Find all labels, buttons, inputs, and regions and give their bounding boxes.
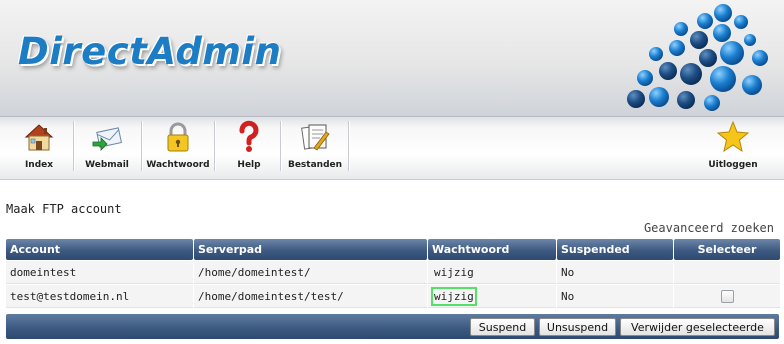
house-icon xyxy=(24,124,54,151)
select-cell xyxy=(674,261,780,284)
mail-icon xyxy=(92,127,123,151)
toolbar: Index Webmail Wachtwoord Help Bestanden … xyxy=(0,116,784,180)
files-icon xyxy=(301,124,330,151)
select-checkbox[interactable] xyxy=(720,289,734,303)
toolbar-wachtwoord-label: Wachtwoord xyxy=(146,160,210,170)
column-header-suspended[interactable]: Suspended xyxy=(557,239,673,260)
change-password-label: wijzig xyxy=(434,265,474,279)
toolbar-divider xyxy=(348,121,349,171)
toolbar-logout-button[interactable]: Uitloggen xyxy=(700,120,766,176)
star-icon xyxy=(716,120,750,153)
table-row: domeintest /home/domeintest/ wijzig No xyxy=(6,261,780,284)
change-password-link[interactable]: wijzig xyxy=(428,285,556,308)
toolbar-divider xyxy=(280,121,281,171)
toolbar-divider xyxy=(214,121,215,171)
server-path: /home/domeintest/ xyxy=(194,261,427,284)
bubbles-decoration xyxy=(627,4,768,111)
toolbar-webmail-label: Webmail xyxy=(85,160,129,170)
delete-selected-button[interactable]: Verwijder geselecteerde xyxy=(620,318,775,336)
unsuspend-button[interactable]: Unsuspend xyxy=(539,318,616,336)
column-header-serverpad[interactable]: Serverpad xyxy=(194,239,427,260)
suspended-status: No xyxy=(557,261,673,284)
change-password-label: wijzig xyxy=(431,286,477,306)
action-bar: Suspend Unsuspend Verwijder geselecteerd… xyxy=(6,314,779,339)
directadmin-logo: DirectAdmin xyxy=(18,30,282,73)
toolbar-divider xyxy=(141,121,142,171)
change-password-link[interactable]: wijzig xyxy=(428,261,556,284)
page-title: Maak FTP account xyxy=(6,202,122,216)
toolbar-logout-label: Uitloggen xyxy=(708,160,758,170)
suspended-status: No xyxy=(557,285,673,308)
advanced-search-link[interactable]: Geavanceerd zoeken xyxy=(644,221,774,235)
account-name: test@testdomein.nl xyxy=(6,285,193,308)
toolbar-help-label: Help xyxy=(237,160,261,170)
suspend-button[interactable]: Suspend xyxy=(470,318,535,336)
table-header-row: Account Serverpad Wachtwoord Suspended S… xyxy=(6,239,780,260)
toolbar-index-label: Index xyxy=(24,160,54,170)
toolbar-help-button[interactable]: Help xyxy=(216,120,282,176)
select-cell xyxy=(674,285,780,308)
toolbar-wachtwoord-button[interactable]: Wachtwoord xyxy=(145,120,211,176)
lock-icon xyxy=(167,122,189,152)
toolbar-bestanden-button[interactable]: Bestanden xyxy=(282,120,348,176)
header-banner: DirectAdmin xyxy=(0,0,784,116)
column-header-account[interactable]: Account xyxy=(6,239,193,260)
toolbar-bestanden-label: Bestanden xyxy=(287,160,343,170)
column-header-wachtwoord[interactable]: Wachtwoord xyxy=(428,239,556,260)
ftp-accounts-table: Account Serverpad Wachtwoord Suspended S… xyxy=(5,238,781,309)
server-path: /home/domeintest/test/ xyxy=(194,285,427,308)
account-name: domeintest xyxy=(6,261,193,284)
question-icon xyxy=(239,120,259,152)
table-row: test@testdomein.nl /home/domeintest/test… xyxy=(6,285,780,308)
column-header-selecteer[interactable]: Selecteer xyxy=(674,239,780,260)
toolbar-index-button[interactable]: Index xyxy=(6,120,72,176)
toolbar-webmail-button[interactable]: Webmail xyxy=(74,120,140,176)
